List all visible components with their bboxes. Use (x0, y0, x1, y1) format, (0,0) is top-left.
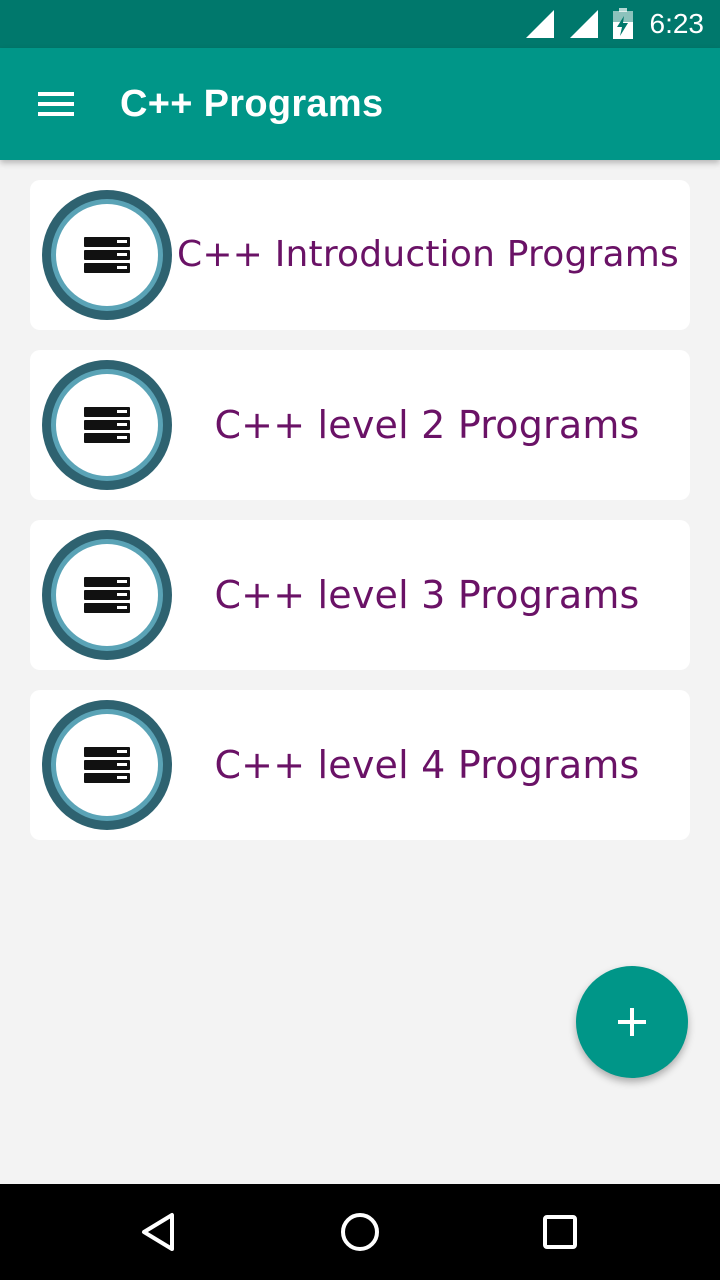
plus-icon (618, 1008, 646, 1036)
list-item[interactable]: C++ level 4 Programs (30, 690, 690, 840)
status-icons: 6:23 (524, 0, 705, 48)
signal-icon (569, 10, 598, 38)
recents-button[interactable] (532, 1204, 588, 1260)
list-item-label: C++ level 2 Programs (214, 403, 640, 447)
recents-square-icon (543, 1215, 577, 1249)
page-title: C++ Programs (120, 83, 384, 125)
menu-button[interactable] (28, 76, 84, 132)
list-item-label: C++ level 4 Programs (214, 743, 640, 787)
home-circle-icon (341, 1213, 379, 1251)
status-bar: 6:23 (0, 0, 720, 48)
menu-icon (38, 92, 74, 116)
list-item[interactable]: C++ Introduction Programs (30, 180, 690, 330)
server-icon (42, 700, 172, 830)
system-nav-bar (0, 1184, 720, 1280)
program-list: C++ Introduction Programs C++ level 2 Pr… (30, 180, 690, 860)
server-icon (42, 190, 172, 320)
status-time: 6:23 (649, 8, 705, 39)
home-button[interactable] (332, 1204, 388, 1260)
list-item[interactable]: C++ level 3 Programs (30, 520, 690, 670)
list-item[interactable]: C++ level 2 Programs (30, 350, 690, 500)
signal-icon (525, 10, 554, 38)
battery-charging-icon (612, 8, 633, 39)
app-bar: C++ Programs (0, 48, 720, 160)
server-icon (42, 530, 172, 660)
list-item-label: C++ level 3 Programs (214, 573, 640, 617)
add-button[interactable] (576, 966, 688, 1078)
back-button[interactable] (132, 1204, 188, 1260)
list-item-label: C++ Introduction Programs (176, 234, 679, 275)
server-icon (42, 360, 172, 490)
back-triangle-icon (142, 1213, 174, 1251)
